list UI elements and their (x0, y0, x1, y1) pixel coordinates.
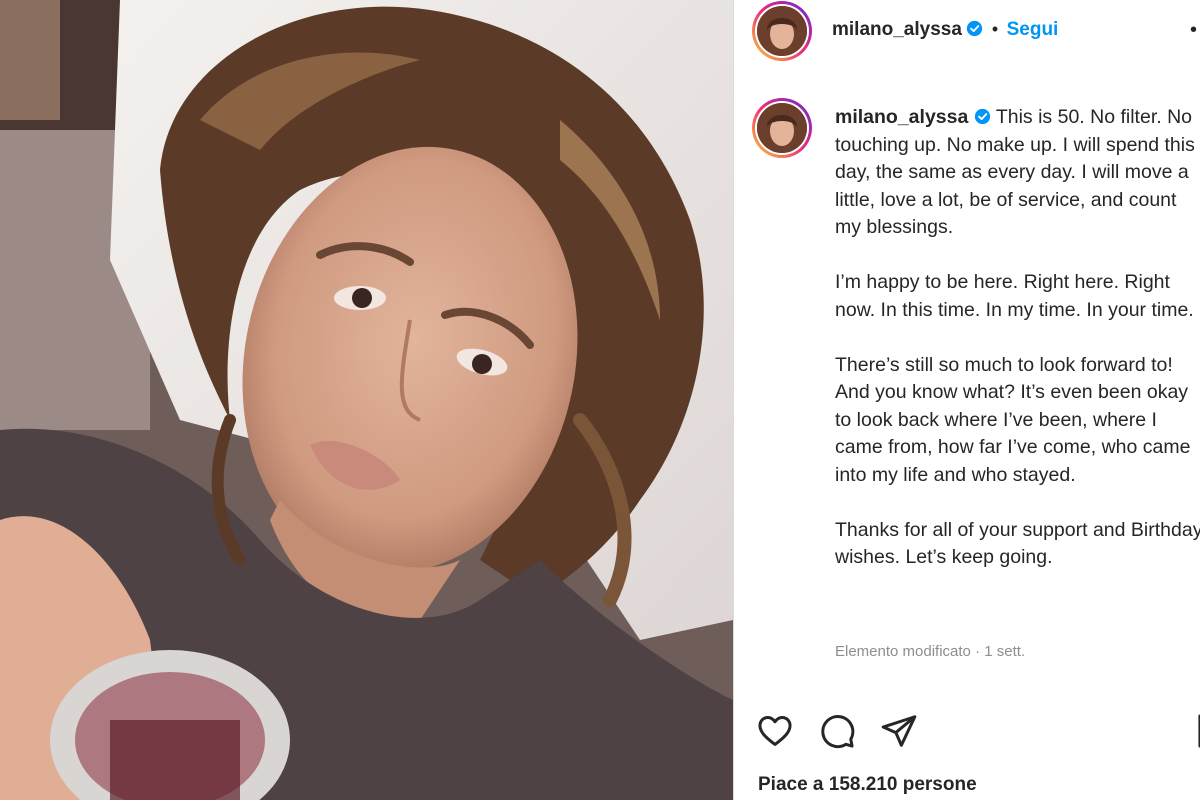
meta-separator: · (975, 643, 981, 660)
verified-badge-icon (974, 108, 990, 125)
author-avatar[interactable] (752, 1, 812, 61)
action-bar (734, 706, 1200, 752)
caption-avatar[interactable] (752, 98, 812, 158)
caption-paragraph: milano_alyssa This is 50. No filter. No … (835, 104, 1200, 242)
avatar-image (757, 103, 807, 153)
selfie-image (0, 0, 733, 800)
caption-username[interactable]: milano_alyssa (835, 106, 968, 128)
caption-paragraph: Thanks for all of your support and Birth… (835, 518, 1200, 569)
likes-count[interactable]: Piace a 158.210 persone (758, 774, 977, 796)
post-timestamp[interactable]: 1 sett. (984, 643, 1025, 660)
post-header: milano_alyssa • Segui • (734, 0, 1200, 64)
header-title-row: milano_alyssa • Segui (832, 19, 1058, 41)
caption-paragraph: I’m happy to be here. Right here. Right … (835, 271, 1194, 321)
caption-paragraph: There’s still so much to look forward to… (835, 353, 1191, 486)
post-caption: milano_alyssa This is 50. No filter. No … (835, 104, 1200, 599)
follow-button[interactable]: Segui (1007, 19, 1059, 40)
comment-icon[interactable] (818, 712, 856, 750)
heart-icon[interactable] (756, 712, 794, 750)
avatar-image (757, 6, 807, 56)
follow-separator: • (991, 19, 999, 39)
bookmark-icon[interactable] (1192, 712, 1200, 750)
verified-badge-icon (967, 20, 983, 37)
post-photo[interactable] (0, 0, 733, 800)
author-username[interactable]: milano_alyssa (832, 19, 962, 40)
more-options-icon[interactable]: • (1190, 19, 1197, 42)
post-meta: Elemento modificato · 1 sett. (835, 643, 1025, 660)
paper-plane-icon[interactable] (880, 712, 918, 750)
edited-label: Elemento modificato (835, 643, 971, 660)
post-sidebar: milano_alyssa • Segui • milano_alyssa Th… (734, 0, 1200, 800)
